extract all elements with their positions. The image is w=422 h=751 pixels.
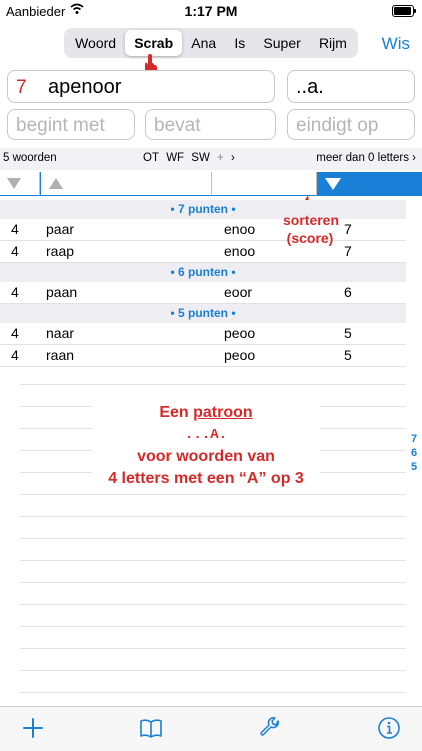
- word-text: raan: [46, 347, 75, 363]
- letter-filter[interactable]: meer dan 0 letters ›: [316, 152, 416, 164]
- sort-annotation-line2: (score): [286, 230, 334, 246]
- section-header: • 6 punten •: [0, 263, 406, 282]
- empty-row-line: [20, 648, 406, 649]
- remaining-letters: enoo: [224, 243, 256, 259]
- clear-button[interactable]: Wis: [382, 34, 410, 54]
- book-icon[interactable]: [139, 716, 163, 740]
- sort-bar: [0, 172, 422, 196]
- empty-row-line: [20, 494, 406, 495]
- empty-row-line: [20, 604, 406, 605]
- chevron-right-icon: ›: [412, 152, 416, 164]
- ends-with-field[interactable]: eindigt op: [287, 109, 415, 140]
- sort-down-icon: [7, 178, 21, 189]
- table-row[interactable]: 4 raan peoo 5: [0, 345, 406, 367]
- begins-with-field[interactable]: begint met: [7, 109, 135, 140]
- word-score: 5: [344, 347, 352, 363]
- word-text: raap: [46, 243, 75, 259]
- word-length: 4: [11, 221, 19, 237]
- wrench-icon[interactable]: [258, 716, 282, 740]
- word-score: 6: [344, 284, 352, 300]
- empty-row-line: [20, 626, 406, 627]
- remaining-letters: peoo: [224, 347, 256, 363]
- battery-icon: [392, 5, 416, 17]
- empty-row-line: [20, 516, 406, 517]
- dict-wf[interactable]: WF: [166, 152, 184, 164]
- remaining-letters: enoo: [224, 221, 256, 237]
- plus-icon[interactable]: [21, 716, 45, 740]
- table-row[interactable]: 4 raap enoo 7: [0, 241, 406, 263]
- sort-length-button[interactable]: [0, 172, 40, 196]
- clock: 1:17 PM: [184, 3, 238, 19]
- index-entry[interactable]: 6: [408, 446, 420, 460]
- empty-row-line: [20, 560, 406, 561]
- word-count: 5 woorden: [3, 152, 57, 164]
- section-header: • 7 punten •: [0, 200, 406, 219]
- info-bar: 5 woorden OT WF SW + › meer dan 0 letter…: [0, 148, 422, 170]
- empty-row-line: [20, 538, 406, 539]
- add-dictionary[interactable]: +: [217, 152, 224, 164]
- begins-with-placeholder: begint met: [16, 115, 105, 136]
- top-bar: Woord Scrab Ana Is Super Rijm Wis: [0, 22, 422, 66]
- word-length: 4: [11, 347, 19, 363]
- table-row[interactable]: 4 naar peoo 5: [0, 323, 406, 345]
- letter-count: 7: [16, 77, 27, 98]
- word-score: 7: [344, 221, 352, 237]
- mode-tab-super[interactable]: Super: [254, 30, 310, 56]
- status-bar: Aanbieder 1:17 PM: [0, 0, 422, 22]
- word-score: 7: [344, 243, 352, 259]
- word-length: 4: [11, 243, 19, 259]
- word-length: 4: [11, 325, 19, 341]
- pattern-input[interactable]: ..a.: [287, 70, 415, 103]
- sort-annotation-line1: sorteren: [283, 212, 340, 228]
- mode-tab-woord[interactable]: Woord: [66, 30, 125, 56]
- sort-annotation: sorteren (score): [283, 211, 340, 247]
- word-length: 4: [11, 284, 19, 300]
- index-entry[interactable]: 5: [408, 460, 420, 474]
- sort-rest-button[interactable]: [212, 172, 317, 196]
- ends-with-placeholder: eindigt op: [296, 115, 379, 136]
- section-header: • 5 punten •: [0, 304, 406, 323]
- pattern-annotation: Een patroon ...A. voor woorden van 4 let…: [92, 402, 320, 490]
- contains-placeholder: bevat: [154, 115, 201, 136]
- results-list: • 7 punten • 4 paar enoo 7 4 raap enoo 7 • 6 punt…: [0, 200, 406, 367]
- section-index[interactable]: 765: [408, 432, 420, 474]
- empty-row-line: [20, 670, 406, 671]
- remaining-letters: eoor: [224, 284, 253, 300]
- annotation-line4: 4 letters met een “A” op 3: [108, 470, 304, 487]
- dictionary-selector[interactable]: OT WF SW + ›: [143, 152, 239, 164]
- table-row[interactable]: 4 paar enoo 7: [0, 219, 406, 241]
- sort-word-button[interactable]: [40, 172, 212, 196]
- sort-up-icon: [49, 178, 63, 189]
- word-text: paar: [46, 221, 75, 237]
- sort-down-icon: [325, 178, 341, 190]
- dict-sw[interactable]: SW: [191, 152, 210, 164]
- pattern-value: ..a.: [296, 76, 324, 98]
- empty-row-line: [20, 692, 406, 693]
- sort-score-button[interactable]: [317, 172, 422, 196]
- info-icon[interactable]: [377, 716, 401, 740]
- empty-row-line: [20, 582, 406, 583]
- chevron-right-icon: ›: [230, 152, 235, 164]
- contains-field[interactable]: bevat: [145, 109, 276, 140]
- annotation-pattern: ...A.: [184, 427, 227, 443]
- mode-tab-rijm[interactable]: Rijm: [310, 30, 356, 56]
- empty-row-line: [20, 384, 406, 385]
- mode-tab-is[interactable]: Is: [225, 30, 254, 56]
- mode-tab-scrab[interactable]: Scrab: [125, 30, 183, 56]
- mode-segmented-control: Woord Scrab Ana Is Super Rijm: [64, 28, 358, 58]
- annotation-line1: Een patroon: [159, 404, 253, 421]
- remaining-letters: peoo: [224, 325, 256, 341]
- index-entry[interactable]: 7: [408, 432, 420, 446]
- table-row[interactable]: 4 paan eoor 6: [0, 282, 406, 304]
- bottom-toolbar: [0, 706, 422, 751]
- word-text: naar: [46, 325, 75, 341]
- mode-tab-ana[interactable]: Ana: [182, 30, 225, 56]
- word-text: paan: [46, 284, 78, 300]
- letter-filter-label: meer dan 0 letters: [316, 152, 409, 164]
- letters-value: apenoor: [48, 76, 122, 98]
- dict-ot[interactable]: OT: [143, 152, 159, 164]
- annotation-line3: voor woorden van: [137, 448, 275, 465]
- letters-input[interactable]: 7 apenoor: [7, 70, 275, 103]
- word-score: 5: [344, 325, 352, 341]
